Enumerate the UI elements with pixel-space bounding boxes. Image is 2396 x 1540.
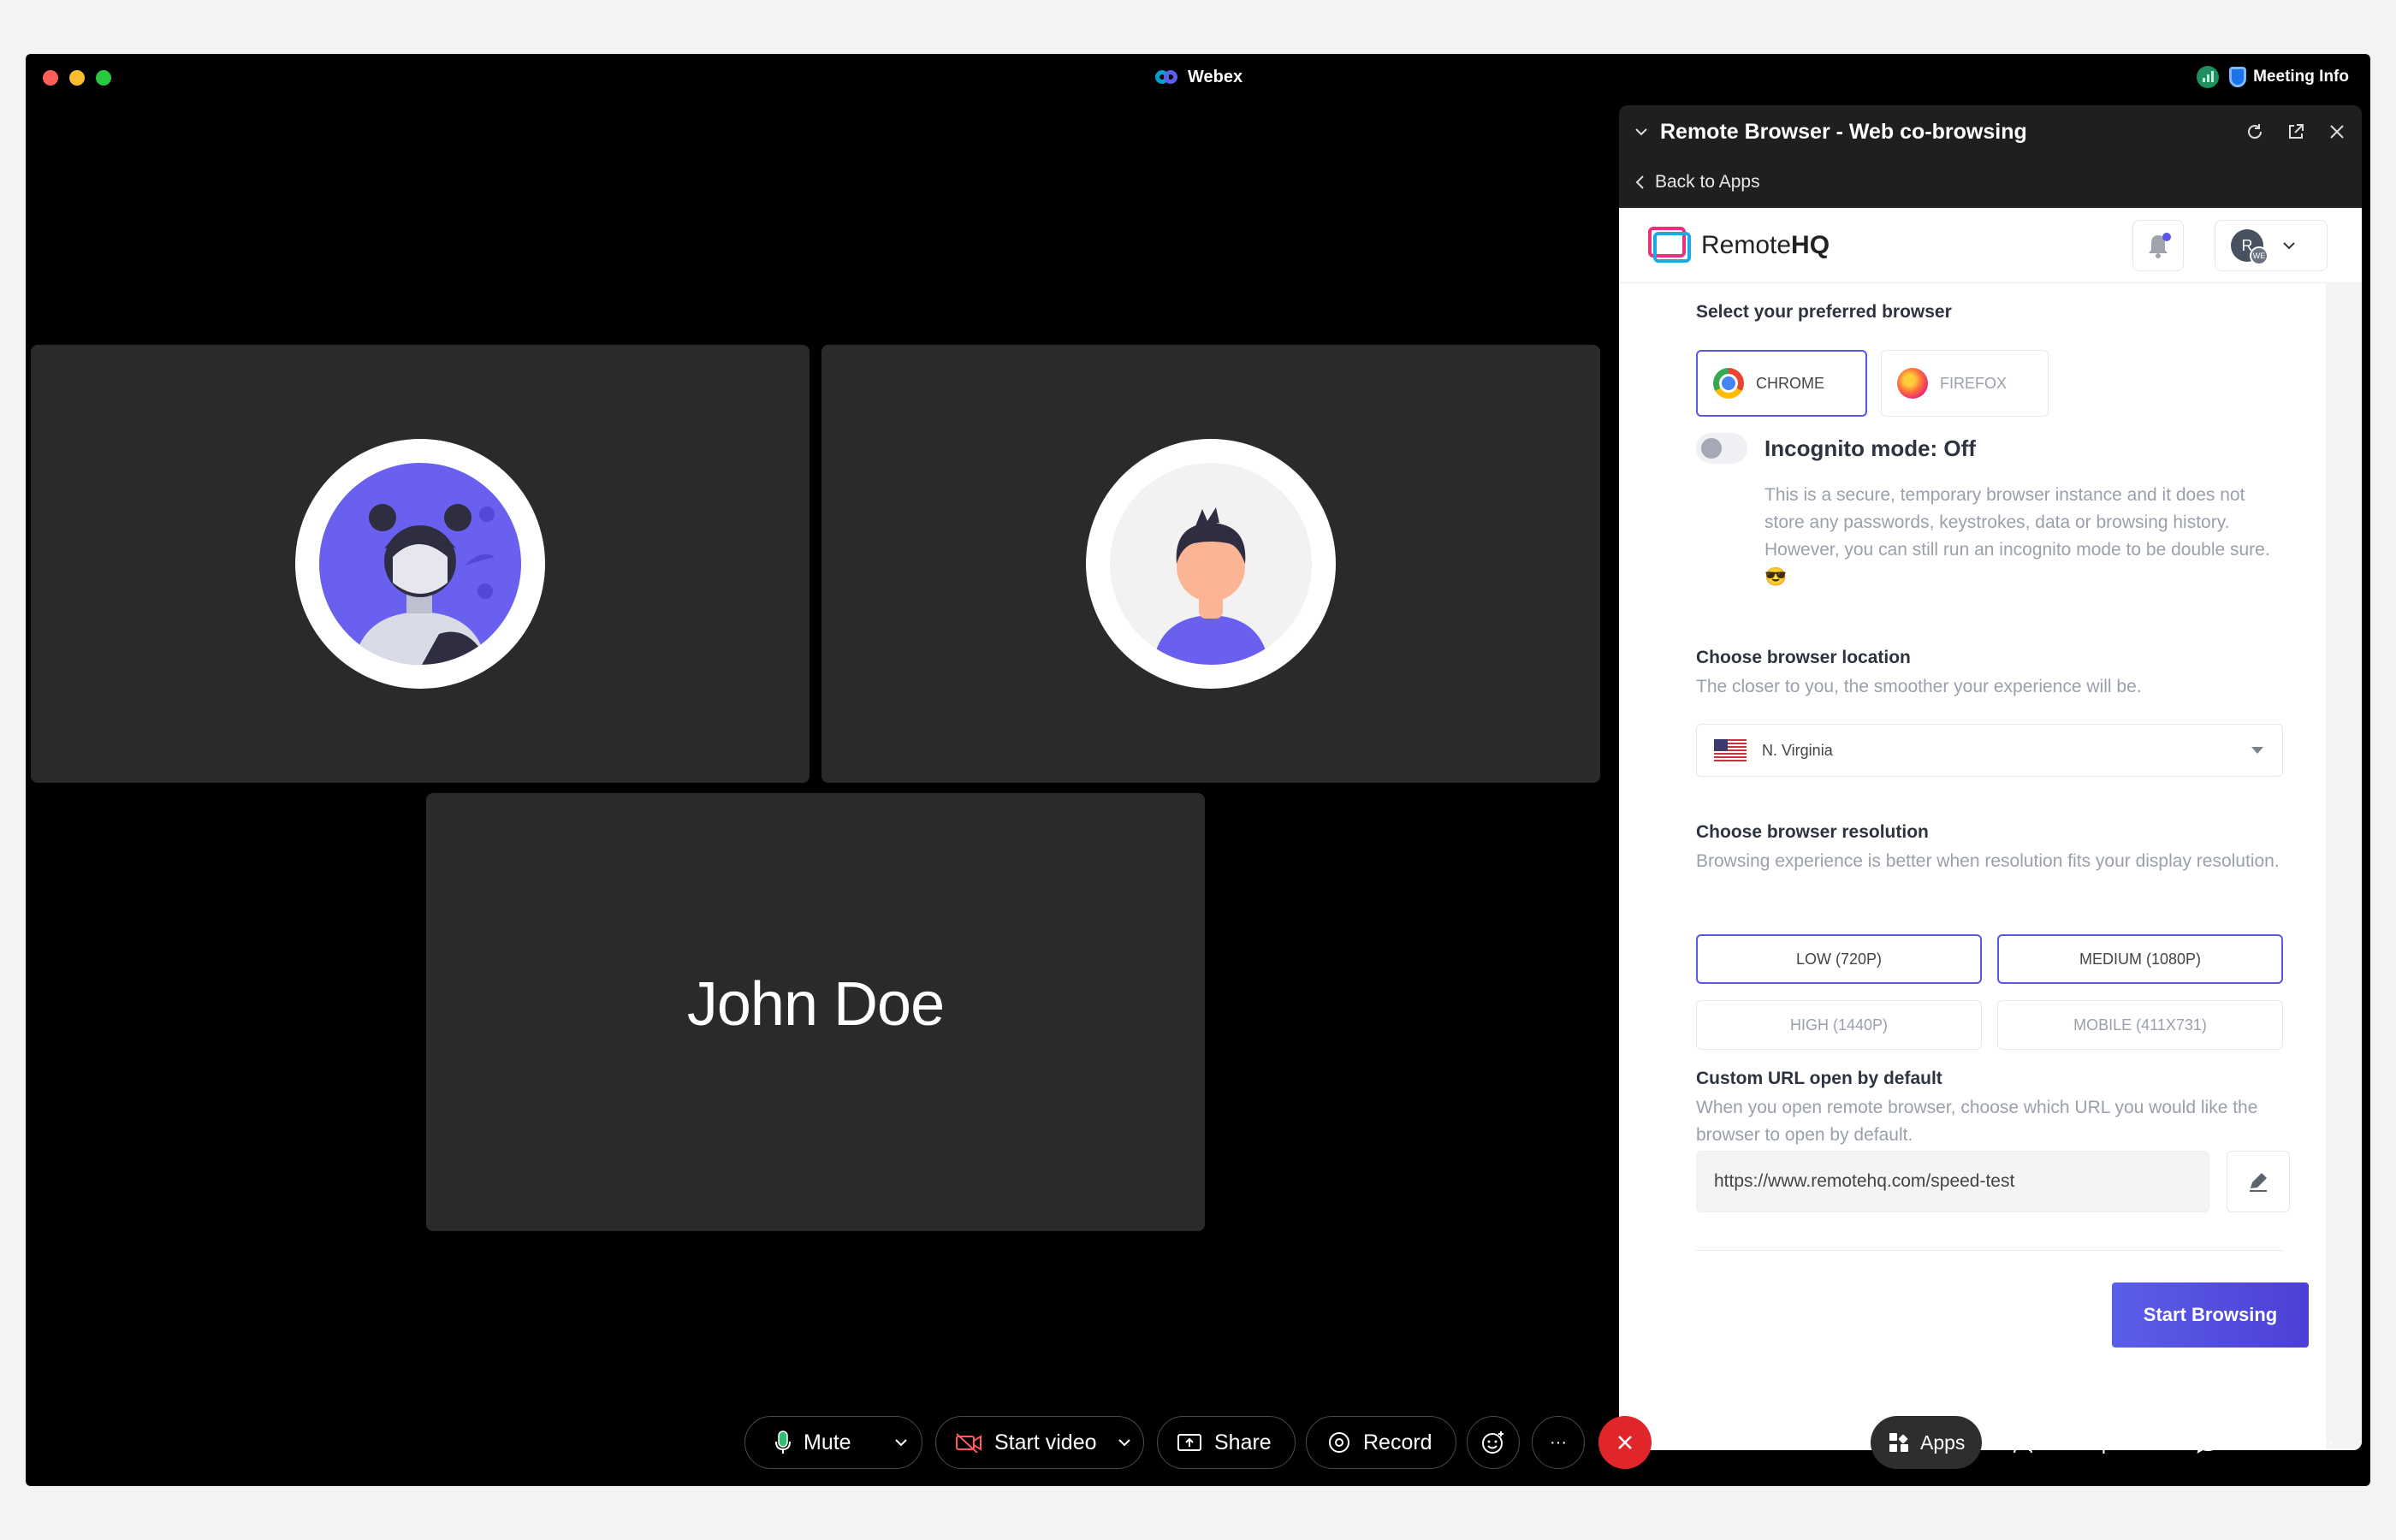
location-hint: The closer to you, the smoother your exp…	[1696, 677, 2142, 696]
panel-header: Remote Browser - Web co-browsing	[1619, 105, 2362, 158]
remotehq-app: RemoteHQ R WE Select your preferred brows…	[1619, 208, 2362, 1450]
close-icon[interactable]	[2328, 122, 2346, 141]
webex-window: Webex Meeting Info John Doe Remote Brows…	[26, 54, 2370, 1486]
notification-dot	[2162, 233, 2171, 241]
zoom-window-button[interactable]	[96, 70, 111, 86]
url-label: Custom URL open by default	[1696, 1069, 1942, 1088]
resolution-label: Choose browser resolution	[1696, 822, 1929, 842]
refresh-icon[interactable]	[2245, 122, 2264, 141]
webex-logo-icon	[1155, 68, 1179, 87]
chevron-down-icon[interactable]	[894, 1438, 908, 1447]
notifications-button[interactable]	[2132, 220, 2184, 271]
caret-down-icon	[2251, 747, 2263, 754]
close-window-button[interactable]	[43, 70, 58, 86]
chevron-left-icon	[1635, 175, 1644, 189]
share-button[interactable]: Share	[1157, 1416, 1296, 1469]
chevron-down-icon	[2283, 242, 2295, 250]
chrome-option[interactable]: CHROME	[1696, 350, 1867, 417]
meeting-info: Meeting Info	[2197, 66, 2349, 88]
location-select[interactable]: N. Virginia	[1696, 724, 2283, 777]
resolution-hint: Browsing experience is better when resol…	[1696, 851, 2280, 871]
user-menu-button[interactable]: R WE	[2215, 220, 2328, 271]
overflow-menu-button[interactable]: ···	[2317, 1416, 2334, 1469]
participants-icon	[2013, 1432, 2033, 1454]
apps-button[interactable]: Apps	[1871, 1416, 1983, 1469]
reactions-button[interactable]	[1467, 1416, 1520, 1469]
emoji-icon	[1482, 1431, 1503, 1454]
chat-bubble-icon	[2196, 1431, 2219, 1454]
close-icon	[1618, 1436, 1632, 1449]
resolution-medium-button[interactable]: MEDIUM (1080P)	[1997, 934, 2283, 984]
resolution-mobile-button[interactable]: MOBILE (411X731)	[1997, 1000, 2283, 1050]
custom-url-input[interactable]	[1696, 1151, 2209, 1212]
mute-button[interactable]: Mute	[744, 1416, 922, 1469]
end-call-button[interactable]	[1598, 1416, 1652, 1469]
brand-name: RemoteHQ	[1701, 230, 1830, 259]
url-hint: When you open remote browser, choose whi…	[1696, 1098, 2258, 1145]
avatar	[295, 439, 545, 689]
share-screen-icon	[1177, 1434, 1201, 1451]
meeting-info-label: Meeting Info	[2253, 68, 2349, 86]
scrollbar[interactable]	[2326, 283, 2362, 1450]
remote-browser-panel: Remote Browser - Web co-browsing Back to…	[1619, 105, 2362, 1450]
start-video-button[interactable]: Start video	[935, 1416, 1144, 1469]
back-label: Back to Apps	[1655, 172, 1760, 192]
participant-tile[interactable]	[821, 345, 1600, 783]
shield-icon	[2229, 67, 2247, 87]
participant-tile[interactable]: John Doe	[426, 793, 1205, 1231]
popout-icon[interactable]	[2286, 122, 2305, 141]
avatar	[1086, 439, 1336, 689]
participant-name: John Doe	[686, 970, 945, 1039]
microphone-icon	[775, 1430, 791, 1454]
edit-url-button[interactable]	[2227, 1151, 2290, 1212]
chat-button[interactable]: Chat	[2196, 1416, 2272, 1469]
record-icon	[1329, 1432, 1349, 1453]
pencil-icon	[2250, 1173, 2267, 1192]
remotehq-logo-icon	[1648, 225, 1691, 266]
chevron-down-icon[interactable]	[1118, 1438, 1131, 1447]
meeting-controls: Mute Start video Share Record ··· Apps P…	[26, 1407, 2370, 1476]
browser-label: Select your preferred browser	[1696, 302, 1952, 322]
us-flag-icon	[1714, 739, 1747, 761]
man-avatar-icon	[1110, 463, 1312, 665]
resolution-high-button[interactable]: HIGH (1440P)	[1696, 1000, 1982, 1050]
participant-tile[interactable]	[31, 345, 810, 783]
location-value: N. Virginia	[1762, 741, 1833, 759]
incognito-hint: This is a secure, temporary browser inst…	[1764, 485, 2270, 587]
chrome-icon	[1713, 368, 1744, 399]
back-to-apps-link[interactable]: Back to Apps	[1634, 172, 1760, 192]
start-browsing-button[interactable]: Start Browsing	[2112, 1282, 2309, 1348]
meeting-info-button[interactable]: Meeting Info	[2229, 67, 2349, 87]
video-off-icon	[956, 1433, 982, 1453]
incognito-label: Incognito mode: Off	[1764, 435, 1976, 461]
app-title: Webex	[1188, 68, 1243, 86]
avatar: R WE	[2231, 229, 2268, 265]
incognito-toggle[interactable]	[1696, 433, 1747, 464]
apps-grid-icon	[1889, 1433, 1908, 1452]
chevron-down-icon[interactable]	[1634, 125, 1648, 139]
firefox-option[interactable]: FIREFOX	[1881, 350, 2049, 417]
app-header: RemoteHQ R WE	[1619, 208, 2362, 283]
network-signal-icon[interactable]	[2197, 66, 2220, 88]
browser-settings-form: Select your preferred browser CHROME FIR…	[1619, 283, 2326, 1450]
resolution-low-button[interactable]: LOW (720P)	[1696, 934, 1982, 984]
firefox-icon	[1897, 368, 1928, 399]
participants-button[interactable]: Participants	[2013, 1416, 2150, 1469]
panel-title: Remote Browser - Web co-browsing	[1660, 119, 2027, 144]
woman-avatar-icon	[319, 463, 521, 665]
record-button[interactable]: Record	[1306, 1416, 1456, 1469]
divider	[1696, 1250, 2283, 1251]
location-label: Choose browser location	[1696, 648, 1911, 667]
more-options-button[interactable]: ···	[1532, 1416, 1585, 1469]
window-title: Webex	[1155, 68, 1242, 87]
minimize-window-button[interactable]	[69, 70, 85, 86]
